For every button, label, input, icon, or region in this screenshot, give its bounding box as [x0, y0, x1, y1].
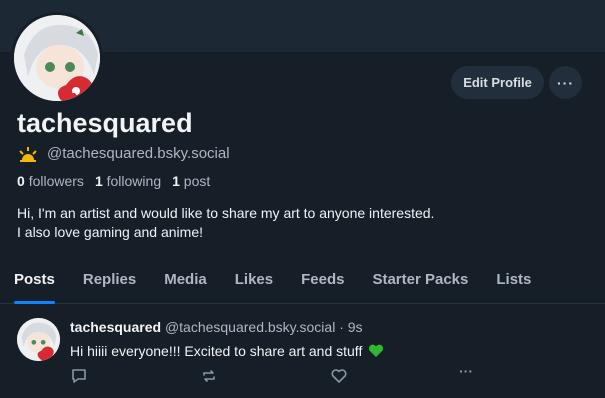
- tab-likes[interactable]: Likes: [221, 264, 287, 304]
- reply-icon[interactable]: [70, 367, 88, 385]
- display-name: tachesquared: [17, 108, 193, 138]
- like-icon[interactable]: [330, 367, 348, 385]
- profile-more-button[interactable]: ···: [549, 66, 582, 99]
- tab-posts[interactable]: Posts: [0, 264, 69, 304]
- edit-profile-button[interactable]: Edit Profile: [451, 66, 544, 99]
- profile-avatar[interactable]: [11, 12, 103, 104]
- tab-feeds[interactable]: Feeds: [287, 264, 358, 304]
- handle-row: @tachesquared.bsky.social: [18, 145, 230, 162]
- profile-stats: 0 followers 1 following 1 post: [17, 173, 210, 189]
- post-header: tachesquared @tachesquared.bsky.social ·…: [70, 319, 363, 335]
- post-handle[interactable]: @tachesquared.bsky.social: [165, 319, 335, 335]
- posts-count: 1 post: [172, 173, 211, 189]
- avatar-art-icon: [17, 318, 60, 361]
- post-author[interactable]: tachesquared: [70, 319, 161, 335]
- post-more-button[interactable]: ···: [459, 363, 479, 381]
- followers-link[interactable]: 0 followers: [17, 173, 84, 189]
- green-heart-icon: [369, 344, 384, 357]
- post-avatar[interactable]: [17, 318, 60, 361]
- profile-tabs: Posts Replies Media Likes Feeds Starter …: [0, 264, 605, 304]
- tab-starter-packs[interactable]: Starter Packs: [358, 264, 482, 304]
- tab-replies[interactable]: Replies: [69, 264, 150, 304]
- following-link[interactable]: 1 following: [95, 173, 161, 189]
- post-text: Hi hiiii everyone!!! Excited to share ar…: [70, 343, 384, 359]
- avatar-art-icon: [14, 15, 100, 101]
- tab-media[interactable]: Media: [150, 264, 221, 304]
- profile-handle: @tachesquared.bsky.social: [47, 145, 230, 162]
- repost-icon[interactable]: [200, 367, 218, 385]
- post-actions: ···: [0, 363, 605, 387]
- post-item[interactable]: tachesquared @tachesquared.bsky.social ·…: [0, 305, 605, 398]
- tab-lists[interactable]: Lists: [482, 264, 545, 304]
- post-separator: ·: [339, 319, 344, 335]
- profile-bio: Hi, I'm an artist and would like to shar…: [17, 205, 435, 240]
- post-time[interactable]: 9s: [348, 319, 363, 335]
- sunrise-icon: [19, 146, 37, 162]
